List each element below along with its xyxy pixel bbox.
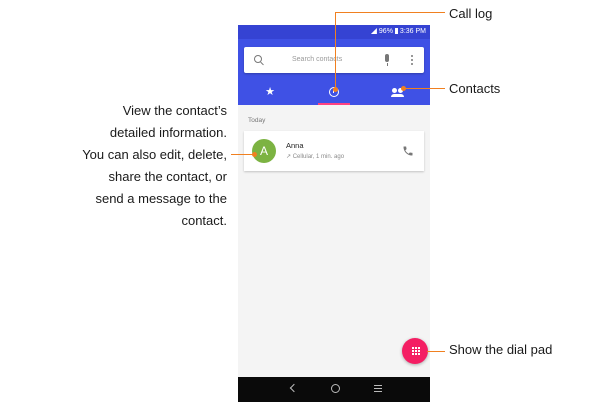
app-bar: Search contacts ★: [238, 39, 430, 105]
phone-icon[interactable]: [402, 145, 414, 157]
tab-indicator: [318, 103, 350, 105]
back-icon[interactable]: [289, 383, 299, 393]
leader-line-dial-pad: [427, 351, 445, 352]
callout-detail-line: share the contact, or: [108, 169, 227, 184]
status-bar: 96% 3:36 PM: [238, 25, 430, 39]
callout-contact-detail: View the contact’s detailed information.…: [0, 100, 227, 232]
battery-percent: 96%: [378, 28, 393, 35]
search-icon: [254, 55, 262, 63]
microphone-icon[interactable]: [385, 54, 389, 66]
phone-screen: 96% 3:36 PM Search contacts ★ Today A Ann…: [238, 25, 430, 402]
callout-detail-line: contact.: [181, 213, 227, 228]
tab-bar: ★: [238, 79, 430, 105]
call-log-entry[interactable]: A Anna ↗ Cellular, 1 min. ago: [244, 131, 424, 171]
home-icon[interactable]: [331, 384, 340, 393]
navigation-bar: [238, 377, 430, 402]
people-icon: [391, 88, 404, 97]
leader-line-call-log-horizontal: [335, 12, 445, 13]
callout-detail-line: You can also edit, delete,: [82, 147, 227, 162]
more-options-icon[interactable]: [411, 55, 413, 57]
avatar[interactable]: A: [252, 139, 276, 163]
dialpad-button[interactable]: [402, 338, 428, 364]
dialpad-icon: [412, 347, 414, 349]
leader-line-call-log: [335, 12, 336, 89]
tab-call-log[interactable]: [302, 79, 366, 105]
battery-icon: [394, 28, 398, 34]
callout-detail-line: View the contact’s: [122, 103, 227, 118]
signal-icon: [370, 28, 377, 34]
leader-dot-detail: [252, 152, 257, 157]
tab-favorites[interactable]: ★: [238, 79, 302, 105]
callout-dial-pad: Show the dial pad: [449, 342, 553, 357]
tab-contacts[interactable]: [366, 79, 430, 105]
callout-contacts: Contacts: [449, 81, 501, 96]
leader-dot-contacts: [401, 86, 406, 91]
contact-name: Anna: [286, 141, 304, 150]
callout-call-log: Call log: [449, 6, 493, 21]
leader-dot-call-log: [333, 87, 338, 92]
section-label-today: Today: [248, 117, 266, 124]
call-detail: ↗ Cellular, 1 min. ago: [286, 154, 345, 160]
callout-detail-line: detailed information.: [109, 125, 227, 140]
leader-line-contacts: [403, 88, 445, 89]
search-bar[interactable]: Search contacts: [244, 47, 424, 73]
star-icon: ★: [265, 85, 275, 98]
callout-detail-line: send a message to the: [95, 191, 227, 206]
status-time: 3:36 PM: [399, 28, 426, 35]
recents-icon[interactable]: [374, 385, 382, 387]
